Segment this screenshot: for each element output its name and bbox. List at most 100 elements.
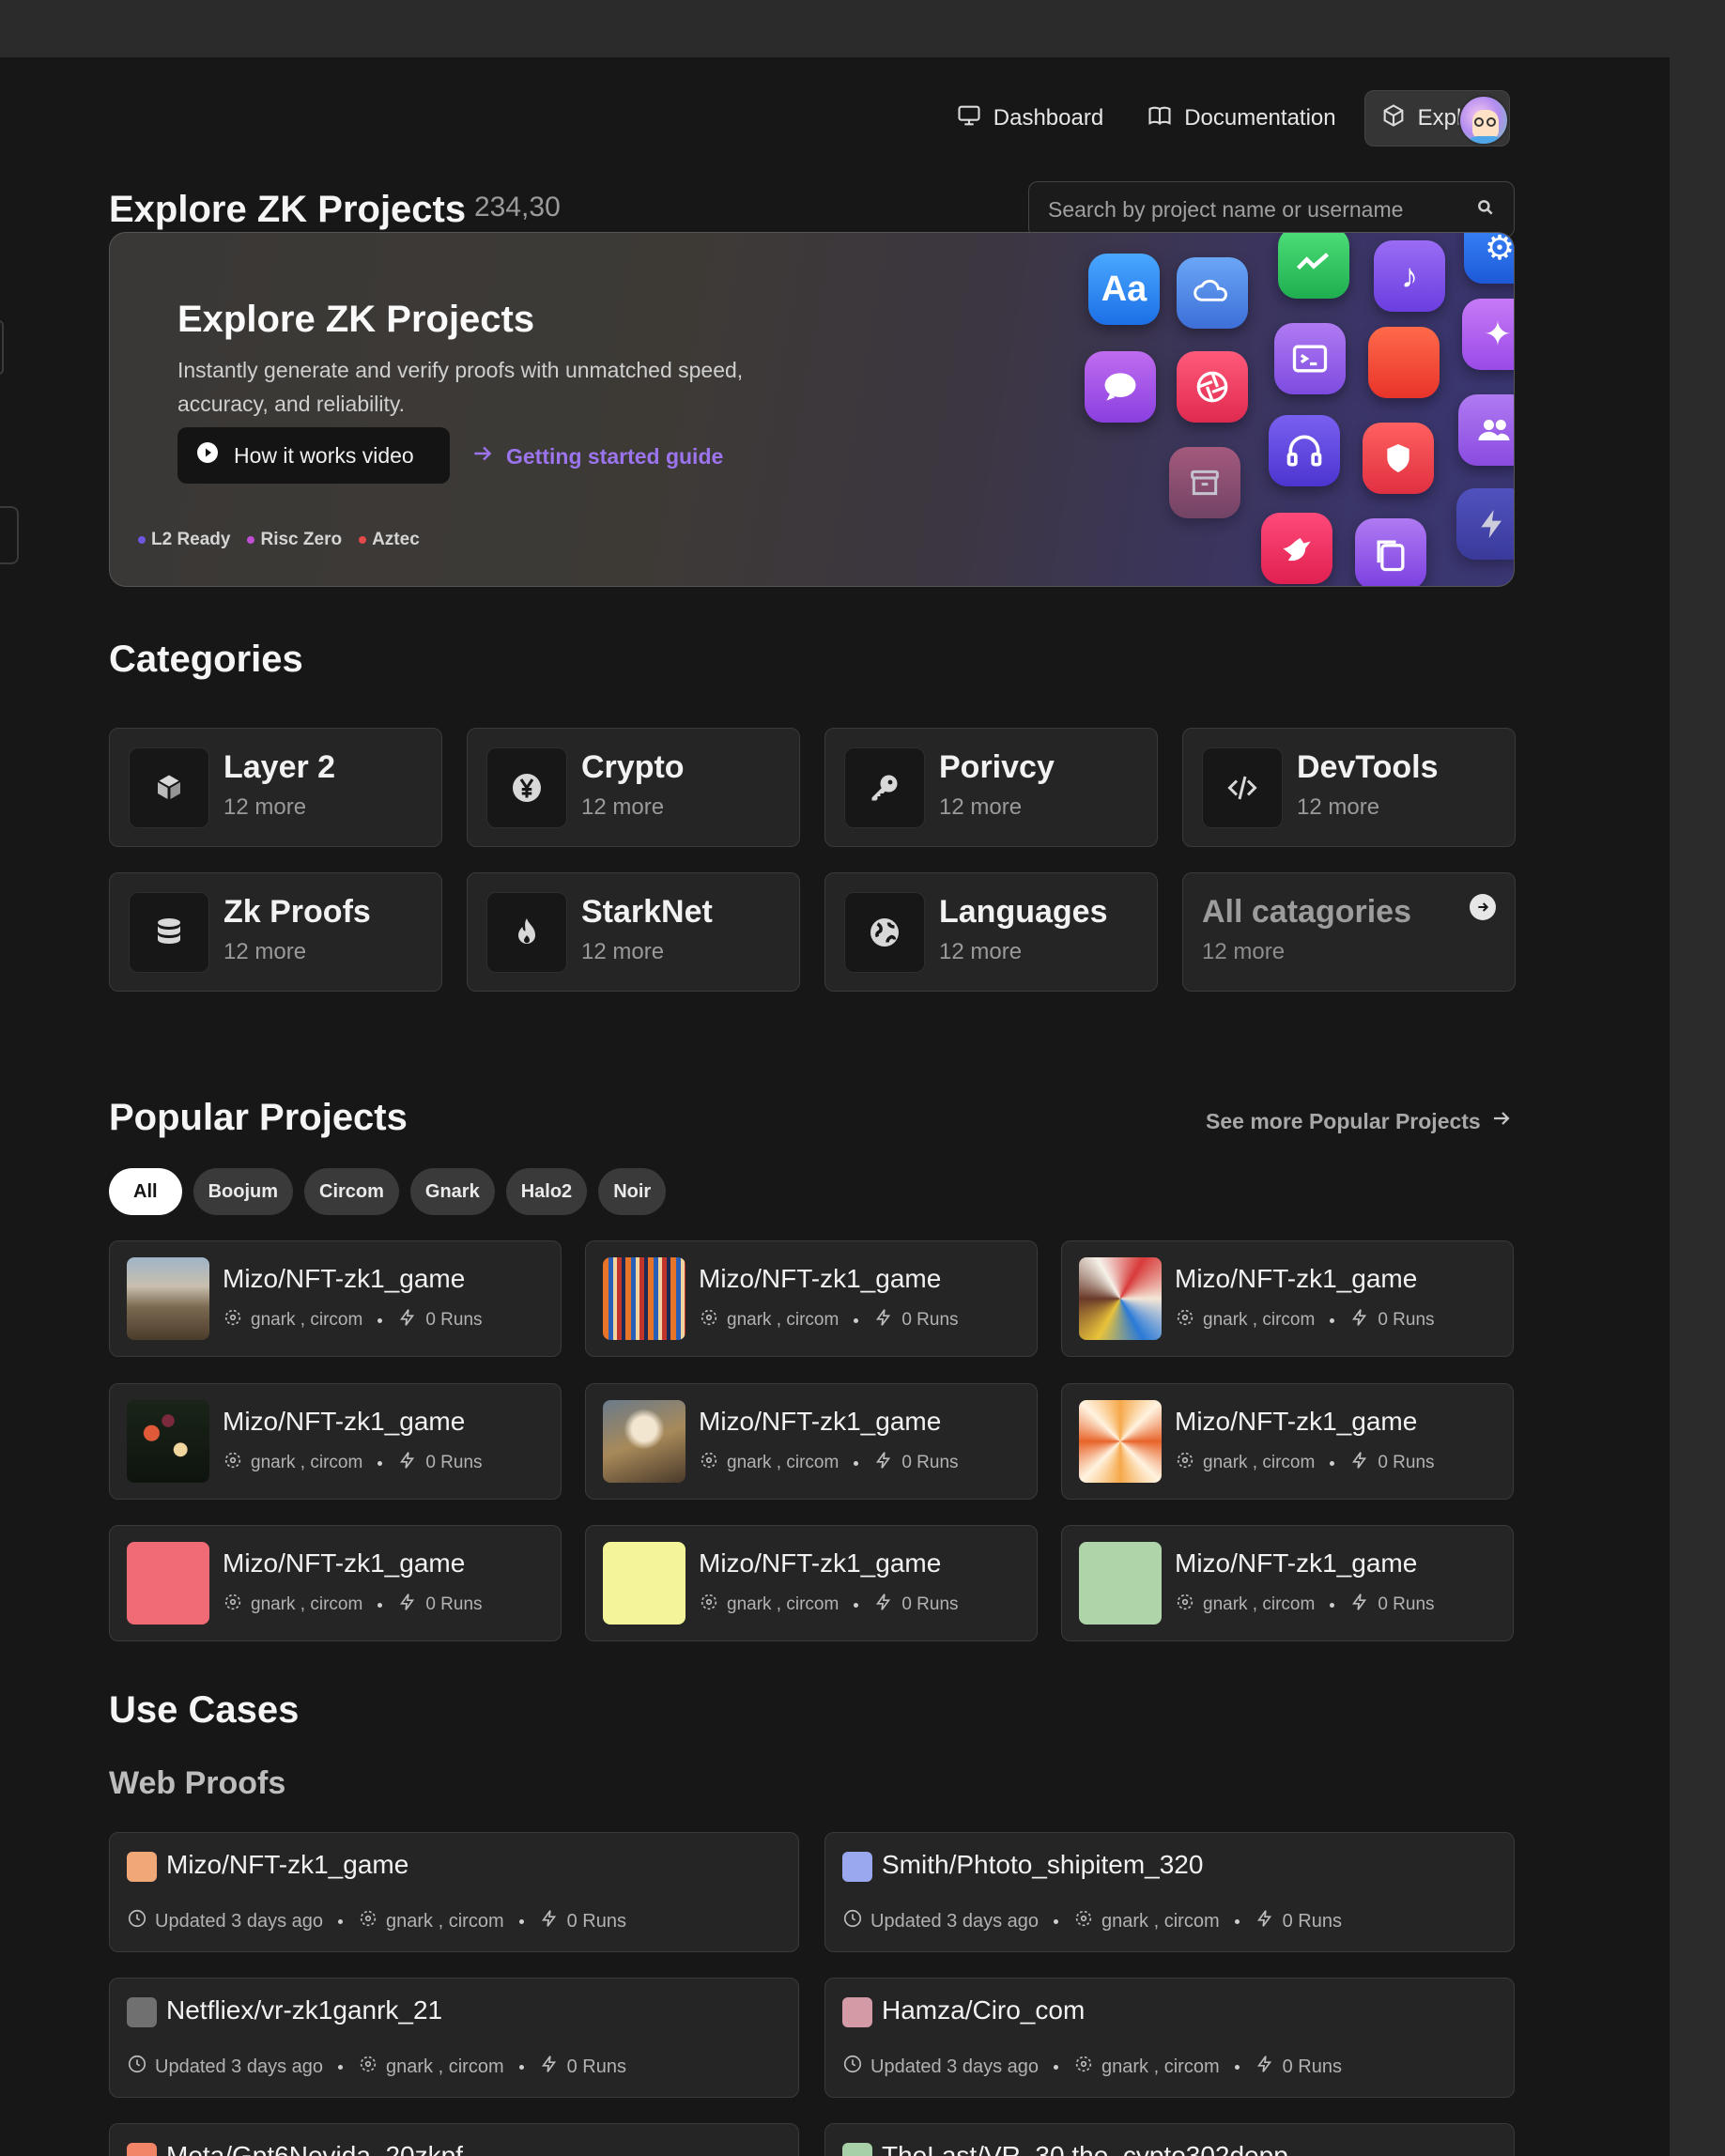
project-card[interactable]: Mizo/NFT-zk1_game gnark , circom 0 Runs [109, 1383, 562, 1500]
circuit-icon [358, 1908, 378, 1934]
project-card[interactable]: Mizo/NFT-zk1_game gnark , circom 0 Runs [109, 1525, 562, 1641]
category-zk-proofs[interactable]: Zk Proofs 12 more [109, 872, 442, 992]
aperture-app-icon [1177, 351, 1248, 423]
filter-gnark[interactable]: Gnark [409, 1168, 495, 1215]
category-privacy[interactable]: Porivcy 12 more [824, 728, 1158, 847]
see-more-popular-link[interactable]: See more Popular Projects [1206, 1107, 1513, 1135]
project-tags: gnark , circom [251, 1310, 363, 1330]
box-icon [129, 747, 209, 828]
project-meta: gnark , circom 0 Runs [223, 1450, 483, 1476]
users-app-icon [1458, 394, 1514, 466]
project-card[interactable]: Mizo/NFT-zk1_game gnark , circom 0 Runs [1061, 1240, 1514, 1357]
filter-boojum[interactable]: Boojum [193, 1168, 293, 1215]
project-runs: 0 Runs [901, 1594, 959, 1614]
use-case-tags: gnark , circom [386, 2056, 504, 2077]
arrow-right-circle-icon[interactable] [1470, 894, 1496, 920]
project-card[interactable]: Mizo/NFT-zk1_game gnark , circom 0 Runs [585, 1383, 1038, 1500]
cube-icon [1380, 102, 1407, 135]
category-languages[interactable]: Languages 12 more [824, 872, 1158, 992]
filter-halo2[interactable]: Halo2 [505, 1168, 588, 1215]
project-card[interactable]: Mizo/NFT-zk1_game gnark , circom 0 Runs [585, 1240, 1038, 1357]
project-tags: gnark , circom [251, 1453, 363, 1472]
hero-tags: L2 Ready Risc Zero Aztec [138, 530, 420, 550]
updated-text: Updated 3 days ago [870, 1910, 1040, 1932]
category-title: DevTools [1297, 749, 1439, 785]
shield-app-icon [1363, 423, 1434, 494]
search-bar[interactable] [1028, 181, 1515, 238]
filter-noir[interactable]: Noir [598, 1168, 667, 1215]
music-app-icon: ♪ [1374, 240, 1445, 312]
project-tags: gnark , circom [1203, 1453, 1316, 1472]
repo-color-swatch [842, 1997, 872, 2027]
project-tags: gnark , circom [727, 1453, 839, 1472]
project-runs: 0 Runs [1378, 1594, 1435, 1614]
circuit-icon [223, 1307, 243, 1333]
project-card[interactable]: Mizo/NFT-zk1_game gnark , circom 0 Runs [1061, 1525, 1514, 1641]
nav-documentation[interactable]: Documentation [1132, 90, 1350, 146]
monitor-icon [956, 102, 982, 135]
search-input[interactable] [1048, 196, 1442, 223]
stocks-app-icon [1278, 233, 1349, 299]
bolt-icon [539, 2054, 560, 2080]
nav-dashboard[interactable]: Dashboard [941, 90, 1118, 146]
project-meta: gnark , circom 0 Runs [699, 1450, 959, 1476]
circuit-icon [699, 1307, 719, 1333]
page-title: Explore ZK Projects [109, 189, 467, 230]
category-title: Zk Proofs [223, 894, 371, 930]
filter-all[interactable]: All [109, 1168, 182, 1215]
category-starknet[interactable]: StarkNet 12 more [467, 872, 800, 992]
use-case-card[interactable]: TheLast/VR_30 the_cypto302depp Updated 3… [824, 2123, 1515, 2156]
project-card[interactable]: Mizo/NFT-zk1_game gnark , circom 0 Runs [109, 1240, 562, 1357]
yen-icon [486, 747, 567, 828]
side-handle[interactable] [0, 506, 19, 564]
top-nav: Dashboard Documentation Explore [941, 89, 1510, 147]
project-runs: 0 Runs [425, 1310, 483, 1330]
tag-aztec: Aztec [359, 530, 420, 550]
use-case-card[interactable]: Hamza/Ciro_com Updated 3 days ago gnark … [824, 1978, 1515, 2098]
hero-subtitle: Instantly generate and verify proofs wit… [177, 358, 744, 416]
use-case-card[interactable]: Mizo/NFT-zk1_game Updated 3 days ago gna… [109, 1832, 799, 1952]
link-label: See more Popular Projects [1206, 1108, 1481, 1133]
category-sub: 12 more [939, 794, 1023, 820]
use-case-tags: gnark , circom [1101, 1910, 1220, 1932]
category-all[interactable]: All catagories 12 more [1182, 872, 1516, 992]
side-handle[interactable] [0, 320, 4, 375]
circuit-icon [699, 1592, 719, 1618]
project-thumbnail [127, 1542, 209, 1625]
use-case-card[interactable]: Meta/Gpt6Nevida_20zkpf Updated 3 days ag… [109, 2123, 799, 2156]
bolt-icon [1255, 1908, 1275, 1934]
category-devtools[interactable]: DevTools 12 more [1182, 728, 1516, 847]
use-case-tags: gnark , circom [386, 1910, 504, 1932]
use-case-card[interactable]: Smith/Phtoto_shipitem_320 Updated 3 days… [824, 1832, 1515, 1952]
sparkle-app-icon: ✦ [1462, 299, 1514, 370]
category-layer-2[interactable]: Layer 2 12 more [109, 728, 442, 847]
search-icon[interactable] [1476, 198, 1495, 222]
bolt-icon [873, 1450, 894, 1476]
database-icon [129, 892, 209, 973]
avatar[interactable] [1458, 95, 1509, 146]
bolt-icon [873, 1592, 894, 1618]
project-title: Mizo/NFT-zk1_game [1175, 1264, 1418, 1293]
circuit-icon [358, 2054, 378, 2080]
getting-started-link[interactable]: Getting started guide [470, 441, 723, 471]
repo-color-swatch [127, 2143, 157, 2156]
project-thumbnail [603, 1400, 685, 1483]
use-case-card[interactable]: Netfliex/vr-zk1ganrk_21 Updated 3 days a… [109, 1978, 799, 2098]
how-it-works-button[interactable]: How it works video [177, 427, 450, 484]
window-right-gutter [1670, 57, 1725, 2156]
terminal-app-icon [1274, 323, 1346, 394]
flame-icon [486, 892, 567, 973]
use-case-title: TheLast/VR_30 the_cypto302depp [882, 2141, 1288, 2156]
circuit-icon [1073, 2054, 1094, 2080]
use-case-tags: gnark , circom [1101, 2056, 1220, 2077]
use-case-runs: 0 Runs [566, 2056, 626, 2077]
project-meta: gnark , circom 0 Runs [1175, 1450, 1435, 1476]
bolt-icon [1349, 1592, 1370, 1618]
project-card[interactable]: Mizo/NFT-zk1_game gnark , circom 0 Runs [1061, 1383, 1514, 1500]
category-crypto[interactable]: Crypto 12 more [467, 728, 800, 847]
project-card[interactable]: Mizo/NFT-zk1_game gnark , circom 0 Runs [585, 1525, 1038, 1641]
circuit-icon [1175, 1592, 1195, 1618]
filter-circom[interactable]: Circom [304, 1168, 399, 1215]
circuit-icon [699, 1450, 719, 1476]
project-meta: gnark , circom 0 Runs [223, 1307, 483, 1333]
